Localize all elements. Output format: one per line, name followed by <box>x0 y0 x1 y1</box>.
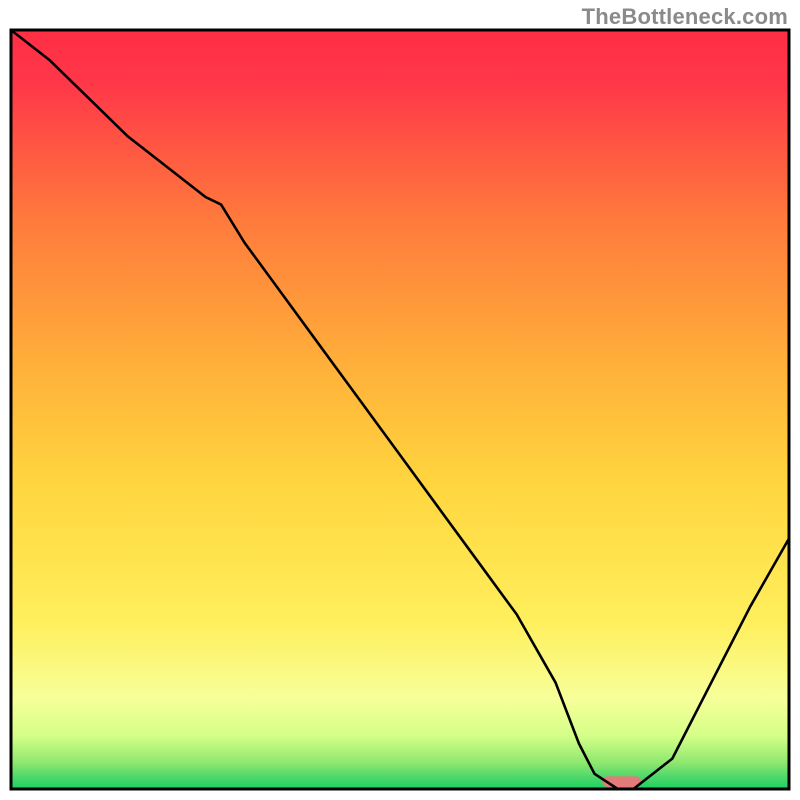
gradient-background <box>11 30 789 789</box>
chart-canvas <box>0 0 800 800</box>
bottleneck-chart <box>0 0 800 800</box>
watermark-text: TheBottleneck.com <box>582 4 788 30</box>
